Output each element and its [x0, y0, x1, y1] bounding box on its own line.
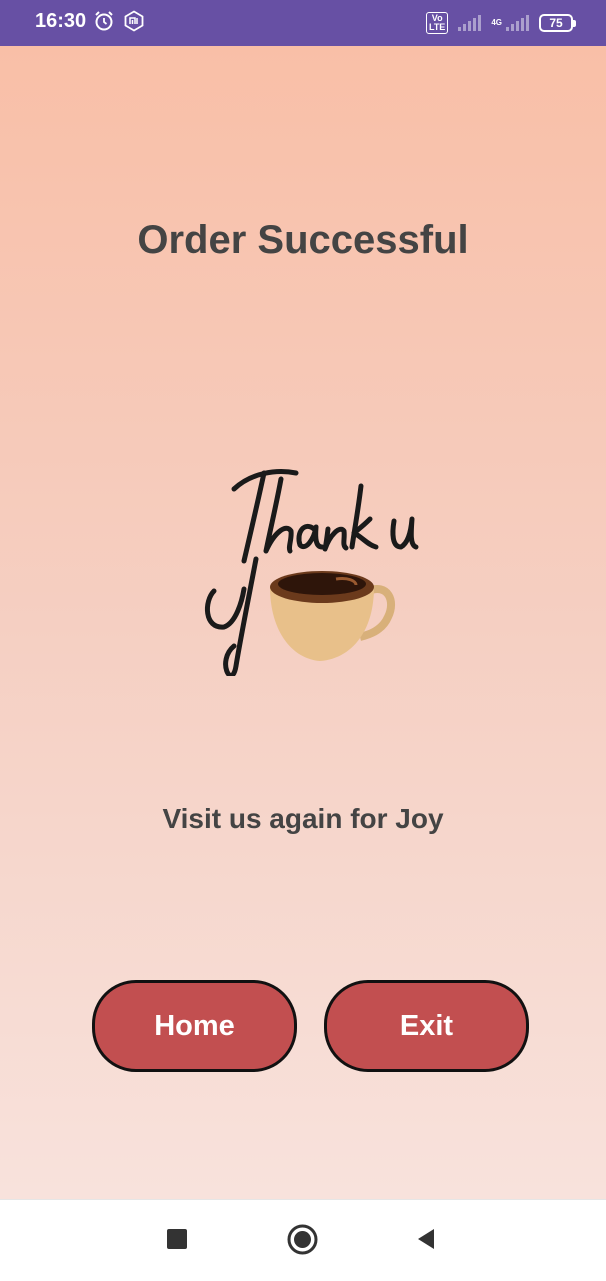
home-circle-icon[interactable] — [287, 1224, 318, 1255]
signal-1-icon — [458, 15, 482, 31]
network-type: 4G — [491, 18, 502, 27]
order-success-screen: Order Successful Visit us again for Joy … — [0, 46, 606, 1199]
battery-icon: 75 — [539, 14, 576, 32]
signal-2-icon — [506, 15, 529, 31]
alarm-icon — [95, 11, 113, 31]
mi-icon — [124, 10, 144, 32]
recents-square-icon[interactable] — [166, 1228, 188, 1250]
exit-button[interactable]: Exit — [324, 980, 529, 1072]
home-button[interactable]: Home — [92, 980, 297, 1072]
battery-level: 75 — [539, 14, 573, 32]
subtitle: Visit us again for Joy — [162, 803, 444, 834]
back-triangle-icon[interactable] — [415, 1228, 437, 1250]
coffee-cup-icon — [270, 571, 396, 661]
status-left-icons — [93, 10, 145, 32]
page-title: Order Successful — [137, 218, 469, 262]
system-nav-bar — [0, 1199, 606, 1281]
thank-you-coffee-graphic — [204, 469, 419, 676]
status-bar: 16:30 Vo LTE 4G 75 — [0, 0, 606, 46]
status-time: 16:30 — [35, 10, 87, 32]
status-right-icons: Vo LTE 4G 75 — [425, 12, 576, 34]
volte-icon: Vo LTE — [425, 12, 449, 34]
